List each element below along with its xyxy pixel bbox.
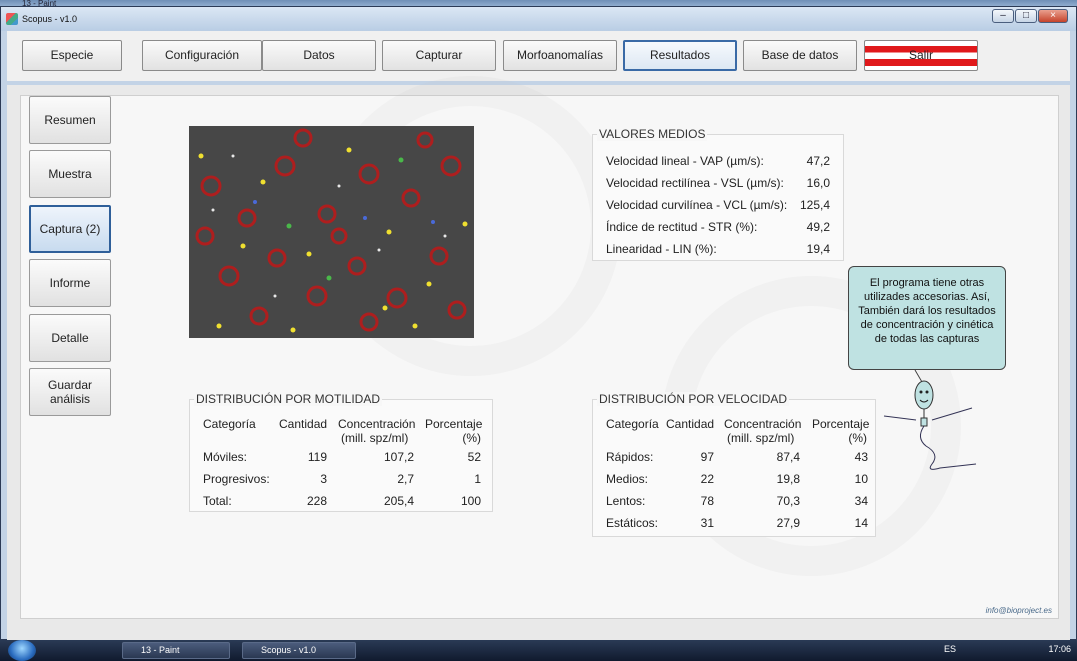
window-title: Scopus - v1.0: [22, 14, 78, 24]
velocidad-row-cantidad: 31: [700, 516, 714, 530]
close-button[interactable]: ×: [1038, 9, 1068, 23]
nav-base-de-datos[interactable]: Base de datos: [743, 40, 857, 71]
velocidad-row-categoria: Estáticos:: [606, 516, 659, 530]
velocidad-row-concentracion: 27,9: [776, 516, 800, 530]
motilidad-row-concentracion: 2,7: [397, 472, 414, 486]
velocidad-header-porcentaje: Porcentaje: [812, 417, 870, 431]
motilidad-row-categoria: Móviles:: [203, 450, 248, 464]
nav-capturar[interactable]: Capturar: [382, 40, 496, 71]
side-detalle[interactable]: Detalle: [29, 314, 111, 362]
capture-image: [189, 126, 474, 338]
system-tray: ES 17:06: [944, 644, 1071, 654]
clock[interactable]: 17:06: [1048, 644, 1071, 654]
nav-datos[interactable]: Datos: [262, 40, 376, 71]
motilidad-row-concentracion: 205,4: [383, 494, 414, 508]
motilidad-row-cantidad: 3: [320, 472, 327, 486]
velocidad-row-categoria: Rápidos:: [606, 450, 654, 464]
valores-medios-title: VALORES MEDIOS: [597, 127, 708, 141]
velocidad-header-porcentaje-unit: (%): [848, 431, 867, 445]
velocidad-row-cantidad: 97: [700, 450, 714, 464]
motilidad-row-cantidad: 228: [306, 494, 327, 508]
velocidad-row-cantidad: 22: [700, 472, 714, 486]
velocidad-row-categoria: Lentos:: [606, 494, 646, 508]
side-informe[interactable]: Informe: [29, 259, 111, 307]
str-value: 49,2: [806, 220, 830, 234]
window-titlebar: Scopus - v1.0 – □ ×: [1, 7, 1076, 31]
side-muestra[interactable]: Muestra: [29, 150, 111, 198]
minimize-button[interactable]: –: [992, 9, 1014, 23]
taskbar-item-scopus[interactable]: Scopus - v1.0: [242, 642, 356, 659]
motilidad-row-categoria: Progresivos:: [203, 472, 270, 486]
motilidad-header-porcentaje-unit: (%): [462, 431, 481, 445]
velocidad-header-cantidad: Cantidad: [666, 417, 715, 431]
taskbar-item-paint[interactable]: 13 - Paint: [122, 642, 230, 659]
speech-callout: El programa tiene otras utilizades acces…: [848, 266, 1006, 370]
velocidad-header-concentracion-unit: (mill. spz/ml): [727, 431, 795, 445]
motilidad-title: DISTRIBUCIÓN POR MOTILIDAD: [194, 392, 383, 406]
sperm-capture-illustration: [189, 126, 474, 338]
start-button[interactable]: [8, 640, 36, 661]
nav-resultados[interactable]: Resultados: [623, 40, 737, 71]
velocidad-row-cantidad: 78: [700, 494, 714, 508]
motilidad-row-porcentaje: 100: [460, 494, 481, 508]
lin-value: 19,4: [806, 242, 830, 256]
vcl-value: 125,4: [799, 198, 830, 212]
motilidad-header-porcentaje: Porcentaje: [425, 417, 483, 431]
vap-value: 47,2: [806, 154, 830, 168]
window-controls: – □ ×: [992, 9, 1068, 23]
motilidad-header-concentracion-unit: (mill. spz/ml): [341, 431, 409, 445]
motilidad-row-porcentaje: 52: [467, 450, 481, 464]
nav-salir[interactable]: Salir: [864, 40, 978, 71]
vap-label: Velocidad lineal - VAP (µm/s):: [606, 154, 764, 168]
velocidad-title: DISTRIBUCIÓN POR VELOCIDAD: [597, 392, 790, 406]
vsl-value: 16,0: [806, 176, 830, 190]
velocidad-row-concentracion: 70,3: [776, 494, 800, 508]
velocidad-row-porcentaje: 10: [854, 472, 868, 486]
str-label: Índice de rectitud - STR (%):: [606, 220, 758, 234]
sperm-mascot-icon: [883, 369, 977, 470]
vsl-label: Velocidad rectilínea - VSL (µm/s):: [606, 176, 784, 190]
app-icon: [6, 13, 18, 25]
taskbar: 13 - Paint Scopus - v1.0 ES 17:06: [0, 640, 1077, 661]
velocidad-row-concentracion: 87,4: [776, 450, 800, 464]
motilidad-header-cantidad: Cantidad: [279, 417, 328, 431]
language-indicator[interactable]: ES: [944, 644, 956, 654]
motilidad-row-categoria: Total:: [203, 494, 232, 508]
velocidad-header-concentracion: Concentración: [724, 417, 802, 431]
nav-configuracion[interactable]: Configuración: [142, 40, 262, 71]
motilidad-header-concentracion: Concentración: [338, 417, 416, 431]
velocidad-header-categoria: Categoría: [606, 417, 659, 431]
nav-morfoanomalias[interactable]: Morfoanomalías: [503, 40, 617, 71]
velocidad-row-porcentaje: 43: [854, 450, 868, 464]
nav-especie[interactable]: Especie: [22, 40, 122, 71]
velocidad-row-porcentaje: 14: [854, 516, 868, 530]
vcl-label: Velocidad curvilínea - VCL (µm/s):: [606, 198, 788, 212]
side-resumen[interactable]: Resumen: [29, 96, 111, 144]
credit-link[interactable]: info@bioproject.es: [986, 606, 1052, 615]
motilidad-row-cantidad: 119: [307, 450, 327, 464]
side-captura[interactable]: Captura (2): [29, 205, 111, 253]
lin-label: Linearidad - LIN (%):: [606, 242, 717, 256]
motilidad-header-categoria: Categoría: [203, 417, 256, 431]
maximize-button[interactable]: □: [1015, 9, 1037, 23]
main-navbar: Especie Configuración Datos Capturar Mor…: [7, 31, 1070, 81]
side-guardar-analisis[interactable]: Guardar análisis: [29, 368, 111, 416]
motilidad-row-porcentaje: 1: [474, 472, 481, 486]
motilidad-row-concentracion: 107,2: [383, 450, 414, 464]
velocidad-row-categoria: Medios:: [606, 472, 649, 486]
velocidad-row-concentracion: 19,8: [776, 472, 800, 486]
velocidad-row-porcentaje: 34: [854, 494, 868, 508]
